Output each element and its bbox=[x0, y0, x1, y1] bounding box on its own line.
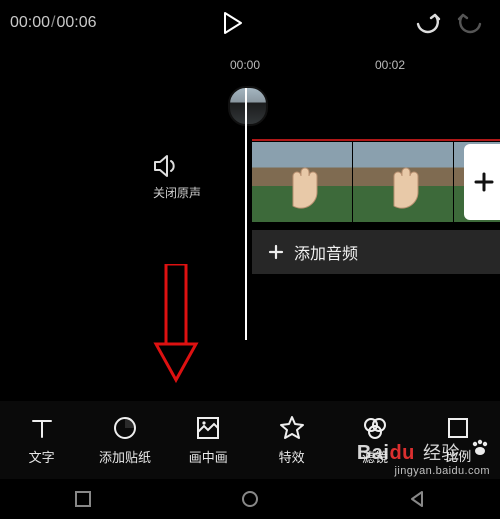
video-clip[interactable] bbox=[252, 142, 352, 222]
current-time: 00:00 bbox=[10, 14, 50, 32]
clip-thumbnail-icon bbox=[381, 158, 431, 214]
redo-icon bbox=[457, 12, 485, 34]
square-icon bbox=[74, 490, 92, 508]
tool-label: 添加贴纸 bbox=[99, 447, 151, 466]
clip-boundary-line bbox=[252, 139, 500, 141]
watermark: Baidu 经验 jingyan.baidu.com bbox=[357, 439, 490, 477]
annotation-arrow-icon bbox=[152, 264, 200, 384]
watermark-suffix: 经验 bbox=[423, 443, 460, 463]
time-ruler[interactable]: 00:00 00:02 bbox=[0, 58, 500, 84]
plus-icon bbox=[473, 171, 495, 193]
playhead[interactable] bbox=[245, 88, 247, 340]
tool-effects[interactable]: 特效 bbox=[256, 415, 328, 466]
play-icon bbox=[221, 11, 243, 35]
undo-button[interactable] bbox=[408, 4, 446, 42]
ruler-tick: 00:02 bbox=[375, 58, 405, 72]
mute-original-sound-button[interactable]: 关闭原声 bbox=[153, 154, 201, 201]
watermark-url: jingyan.baidu.com bbox=[357, 465, 490, 477]
nav-recent-button[interactable] bbox=[74, 490, 92, 508]
video-track[interactable] bbox=[252, 142, 500, 222]
add-audio-track[interactable]: 添加音频 bbox=[252, 230, 500, 274]
paw-icon bbox=[470, 439, 490, 457]
effects-icon bbox=[279, 415, 305, 441]
plus-icon bbox=[268, 244, 284, 260]
tool-label: 文字 bbox=[29, 447, 55, 466]
video-clip[interactable] bbox=[353, 142, 453, 222]
add-clip-button[interactable] bbox=[464, 144, 500, 220]
preview-thumbnail[interactable] bbox=[228, 86, 268, 126]
play-button[interactable] bbox=[213, 4, 251, 42]
undo-icon bbox=[413, 12, 441, 34]
tool-label: 画中画 bbox=[189, 447, 228, 466]
nav-back-button[interactable] bbox=[408, 490, 426, 508]
top-bar: 00:00 / 00:06 bbox=[0, 0, 500, 46]
speaker-icon bbox=[153, 154, 179, 178]
sticker-icon bbox=[112, 415, 138, 441]
ruler-tick: 00:00 bbox=[230, 58, 260, 72]
timeline-viewport: 关闭原声 添加音频 bbox=[0, 84, 500, 380]
aspect-ratio-icon bbox=[446, 416, 470, 440]
circle-icon bbox=[241, 490, 259, 508]
total-time: 00:06 bbox=[57, 14, 97, 32]
filter-icon bbox=[361, 415, 389, 441]
nav-home-button[interactable] bbox=[241, 490, 259, 508]
add-audio-label: 添加音频 bbox=[294, 240, 358, 264]
picture-in-picture-icon bbox=[195, 415, 221, 441]
text-icon bbox=[29, 415, 55, 441]
tool-pip[interactable]: 画中画 bbox=[172, 415, 244, 466]
watermark-brand: Bai bbox=[357, 442, 390, 464]
clip-thumbnail-icon bbox=[280, 158, 330, 214]
mute-label: 关闭原声 bbox=[153, 184, 201, 201]
tool-sticker[interactable]: 添加贴纸 bbox=[89, 415, 161, 466]
tool-label: 特效 bbox=[279, 447, 305, 466]
tool-text[interactable]: 文字 bbox=[6, 415, 78, 466]
system-navbar bbox=[0, 479, 500, 519]
time-separator: / bbox=[51, 14, 55, 32]
triangle-back-icon bbox=[408, 490, 426, 508]
redo-button[interactable] bbox=[452, 4, 490, 42]
